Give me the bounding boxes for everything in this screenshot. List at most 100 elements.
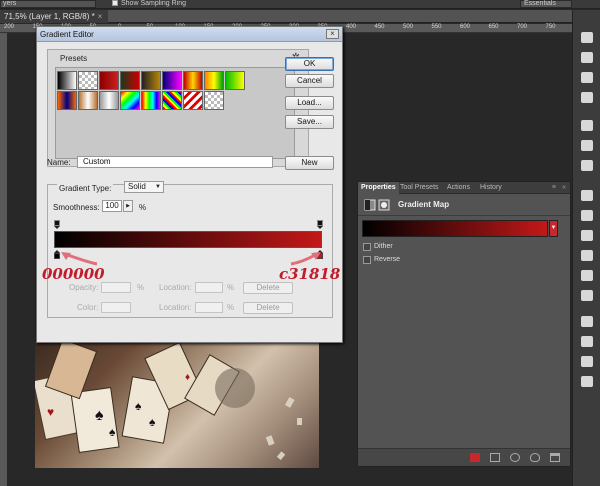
preset-swatch[interactable]: [57, 71, 77, 90]
paragraph-icon[interactable]: [581, 336, 593, 347]
preset-swatch[interactable]: [162, 71, 182, 90]
actions-play-icon[interactable]: [581, 230, 593, 241]
reverse-checkbox[interactable]: [363, 256, 371, 264]
gradient-type-select[interactable]: Solid ▼: [124, 181, 164, 193]
preset-swatch[interactable]: [78, 91, 98, 110]
smoothness-dropdown-arrow[interactable]: ▶: [123, 200, 133, 212]
tab-tool-presets[interactable]: Tool Presets: [397, 182, 442, 194]
ruler-tick-label: 200: [4, 24, 15, 30]
panel-menu-icon[interactable]: ≡: [552, 182, 556, 194]
preset-swatch[interactable]: [99, 71, 119, 90]
preset-swatch[interactable]: [183, 91, 203, 110]
panel-tabs: Properties Tool Presets Actions History …: [358, 182, 570, 194]
opacity-location-label: Location:: [159, 283, 192, 292]
color-delete-button[interactable]: Delete: [243, 302, 293, 314]
clone-source-icon[interactable]: [581, 316, 593, 327]
opacity-location-input[interactable]: [195, 282, 223, 293]
new-button[interactable]: New: [285, 156, 334, 170]
chevron-down-icon: ▼: [155, 184, 161, 190]
ruler-tick-label: 650: [488, 24, 499, 30]
sample-layers-select[interactable]: yers: [0, 0, 96, 8]
tab-history[interactable]: History: [477, 182, 505, 194]
adjustments-icon[interactable]: [581, 140, 593, 151]
channels-icon[interactable]: [581, 52, 593, 63]
opacity-stop-right[interactable]: [317, 220, 323, 229]
dither-checkbox[interactable]: [363, 243, 371, 251]
presets-group: Presets ✲: [47, 49, 309, 167]
color-location-input[interactable]: [195, 302, 223, 313]
gradient-preview-bar[interactable]: [54, 231, 322, 248]
preset-swatch[interactable]: [57, 91, 77, 110]
properties-header: Gradient Map: [358, 194, 570, 216]
document-tab-title: 71,5% (Layer 1, RGB/8) *: [4, 12, 95, 21]
opacity-stop-left[interactable]: [54, 220, 60, 229]
workspace-select[interactable]: Essentials: [520, 0, 572, 8]
trash-icon[interactable]: [550, 453, 560, 462]
color-icon[interactable]: [581, 120, 593, 131]
preset-swatch[interactable]: [225, 71, 245, 90]
info-icon[interactable]: [581, 210, 593, 221]
playing-cards-image: ♠ ♠ ♠ ♠ ♥ ♦: [35, 340, 302, 460]
properties-panel: Properties Tool Presets Actions History …: [357, 181, 571, 467]
stops-group: Opacity: % Location: % Delete Color: Loc…: [55, 273, 325, 314]
gradient-map-dropdown[interactable]: ▼: [549, 220, 558, 237]
preset-swatch[interactable]: [99, 91, 119, 110]
layers-icon[interactable]: [581, 32, 593, 43]
brush-presets-icon[interactable]: [581, 270, 593, 281]
cancel-button[interactable]: Cancel: [285, 74, 334, 88]
smoothness-input[interactable]: 100: [102, 200, 122, 212]
preset-swatch[interactable]: [204, 71, 224, 90]
clip-to-layer-icon[interactable]: [470, 453, 480, 462]
sampling-ring-option[interactable]: Show Sampling Ring: [112, 0, 186, 7]
color-location-unit: %: [227, 303, 235, 312]
sampling-ring-checkbox[interactable]: [112, 0, 118, 7]
view-previous-state-icon[interactable]: [490, 453, 500, 462]
sampling-ring-label: Show Sampling Ring: [121, 0, 186, 7]
opacity-location-unit: %: [227, 283, 235, 292]
opacity-input[interactable]: [101, 282, 131, 293]
tab-actions[interactable]: Actions: [444, 182, 473, 194]
save-button[interactable]: Save...: [285, 115, 334, 129]
ok-button[interactable]: OK: [285, 57, 334, 71]
preset-swatch[interactable]: [141, 91, 161, 110]
load-button[interactable]: Load...: [285, 96, 334, 110]
preset-swatch[interactable]: [162, 91, 182, 110]
svg-text:♠: ♠: [109, 425, 116, 439]
properties-icon[interactable]: [581, 190, 593, 201]
gradient-map-preview[interactable]: [362, 220, 548, 237]
ruler-tick-label: 600: [460, 24, 471, 30]
preset-swatch[interactable]: [120, 71, 140, 90]
swatches-icon[interactable]: [581, 92, 593, 103]
ruler-tick-label: 500: [403, 24, 414, 30]
tab-properties[interactable]: Properties: [358, 182, 399, 194]
name-label: Name:: [47, 158, 71, 167]
preset-swatch[interactable]: [120, 91, 140, 110]
tool-presets-icon[interactable]: [581, 356, 593, 367]
styles-icon[interactable]: [581, 160, 593, 171]
panel-collapse-icon[interactable]: «: [562, 182, 566, 194]
dialog-close-button[interactable]: ×: [326, 29, 339, 39]
visibility-eye-icon[interactable]: [530, 453, 540, 462]
document-tab[interactable]: 71,5% (Layer 1, RGB/8) * ×: [0, 10, 109, 23]
properties-footer: [358, 448, 570, 466]
document-tab-close-icon[interactable]: ×: [98, 12, 103, 21]
dither-label: Dither: [374, 243, 393, 250]
vertical-ruler: [0, 33, 7, 486]
color-swatch-input[interactable]: [101, 302, 131, 313]
reset-icon[interactable]: [510, 453, 520, 462]
preset-swatch[interactable]: [204, 91, 224, 110]
document-tab-bar: 71,5% (Layer 1, RGB/8) * ×: [0, 10, 572, 23]
opacity-label: Opacity:: [69, 283, 99, 292]
opacity-unit: %: [137, 283, 145, 292]
paths-icon[interactable]: [581, 72, 593, 83]
document-image: ♠ ♠ ♠ ♠ ♥ ♦: [35, 340, 319, 468]
notes-icon[interactable]: [581, 376, 593, 387]
character-icon[interactable]: [581, 290, 593, 301]
color-location-label: Location:: [159, 303, 192, 312]
preset-swatch[interactable]: [141, 71, 161, 90]
history-icon[interactable]: [581, 250, 593, 261]
opacity-delete-button[interactable]: Delete: [243, 282, 293, 294]
preset-swatch[interactable]: [183, 71, 203, 90]
preset-swatch[interactable]: [78, 71, 98, 90]
gradient-name-input[interactable]: Custom: [77, 156, 273, 168]
